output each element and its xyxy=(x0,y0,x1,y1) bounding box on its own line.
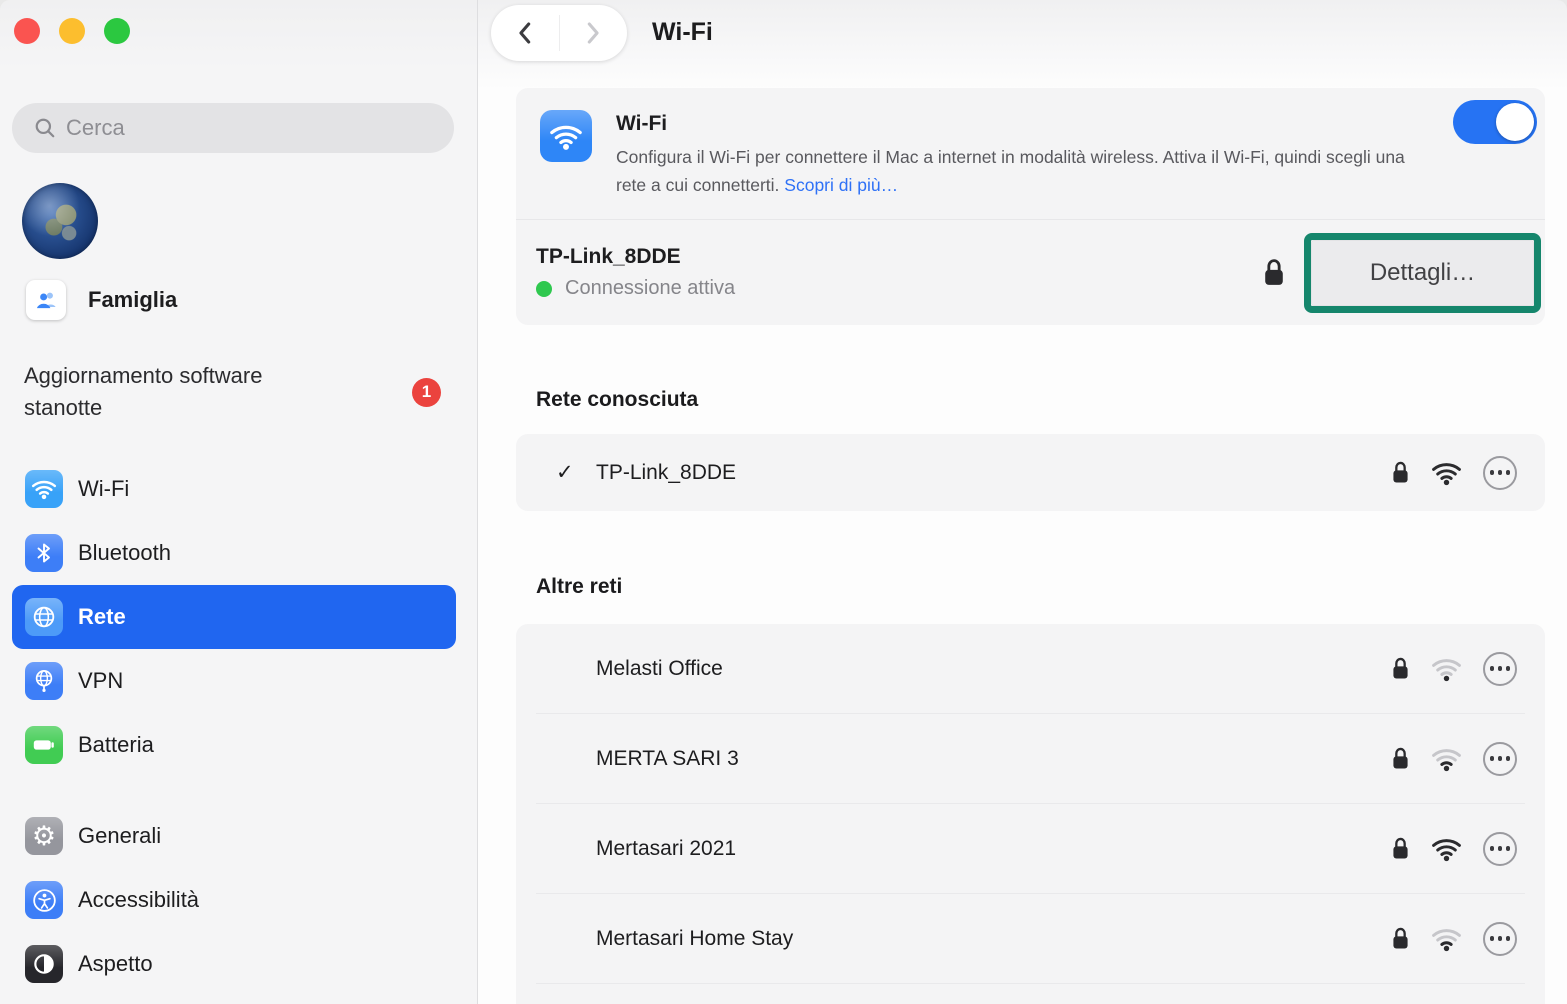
nav-label: Accessibilità xyxy=(78,887,199,913)
nav-label: Wi-Fi xyxy=(78,476,129,502)
check-icon: ✓ xyxy=(556,460,596,485)
lock-icon xyxy=(1391,656,1410,681)
learn-more-link[interactable]: Scopri di più… xyxy=(784,175,898,195)
battery-icon xyxy=(25,726,63,764)
signal-icon xyxy=(1431,460,1462,486)
signal-icon xyxy=(1431,746,1462,772)
window-controls xyxy=(0,0,477,44)
main-pane: Wi-Fi Wi-Fi Configura xyxy=(478,0,1567,1004)
network-globe-icon xyxy=(25,598,63,636)
vpn-globe-icon xyxy=(25,662,63,700)
wifi-toggle-row: Wi-Fi Configura il Wi-Fi per connettere … xyxy=(516,88,1545,219)
page-title: Wi-Fi xyxy=(652,0,713,64)
network-name: TP-Link_8DDE xyxy=(596,461,736,485)
other-networks-heading: Altre reti xyxy=(536,575,1545,599)
forward-button[interactable] xyxy=(560,5,628,61)
sidebar-nav-primary: Wi-Fi Bluetooth Rete xyxy=(12,457,456,777)
sidebar-item-wifi[interactable]: Wi-Fi xyxy=(12,457,456,521)
search-field[interactable] xyxy=(12,103,454,153)
more-options-button[interactable] xyxy=(1483,652,1517,686)
gear-icon: ⚙ xyxy=(25,817,63,855)
minimize-button[interactable] xyxy=(59,18,85,44)
sidebar-item-software-update[interactable]: Aggiornamento software stanotte 1 xyxy=(24,360,441,424)
signal-icon xyxy=(1431,656,1462,682)
connection-status: Connessione attiva xyxy=(565,277,735,300)
sidebar-item-batteria[interactable]: Batteria xyxy=(12,713,456,777)
lock-icon xyxy=(1391,836,1410,861)
nav-buttons xyxy=(491,5,627,61)
sidebar-item-accessibilita[interactable]: Accessibilità xyxy=(12,868,456,932)
connected-network-info: TP-Link_8DDE Connessione attiva xyxy=(536,245,1262,300)
network-name: Mertasari 2021 xyxy=(596,837,736,861)
system-settings-window: Famiglia Aggiornamento software stanotte… xyxy=(0,0,1567,1004)
row-stub xyxy=(516,984,1545,1004)
network-row[interactable]: ✓ TP-Link_8DDE xyxy=(516,434,1545,511)
signal-icon xyxy=(1431,926,1462,952)
wifi-card-title: Wi-Fi xyxy=(616,112,1428,136)
more-options-button[interactable] xyxy=(1483,832,1517,866)
wifi-card: Wi-Fi Configura il Wi-Fi per connettere … xyxy=(516,88,1545,325)
network-row[interactable]: Melasti Office xyxy=(516,624,1545,713)
accessibility-icon xyxy=(25,881,63,919)
network-name: MERTA SARI 3 xyxy=(596,747,739,771)
family-icon xyxy=(26,280,66,320)
wifi-icon xyxy=(25,470,63,508)
profile-label: Famiglia xyxy=(88,287,177,313)
sidebar-item-aspetto[interactable]: Aspetto xyxy=(12,932,456,996)
more-options-button[interactable] xyxy=(1483,456,1517,490)
search-input[interactable] xyxy=(66,115,438,141)
description-text: Configura il Wi-Fi per connettere il Mac… xyxy=(616,147,1405,195)
toolbar: Wi-Fi xyxy=(478,0,1567,66)
nav-label: Rete xyxy=(78,604,126,630)
known-networks-heading: Rete conosciuta xyxy=(536,388,1545,412)
other-networks-card: Melasti Office MERTA SARI 3 xyxy=(516,624,1545,1004)
more-options-button[interactable] xyxy=(1483,742,1517,776)
wifi-toggle[interactable] xyxy=(1453,100,1537,144)
avatar[interactable] xyxy=(22,183,98,259)
known-networks-card: ✓ TP-Link_8DDE xyxy=(516,434,1545,511)
signal-icon xyxy=(1431,836,1462,862)
sidebar-nav-secondary: ⚙ Generali Accessibilità xyxy=(12,804,456,996)
nav-label: Generali xyxy=(78,823,161,849)
lock-icon xyxy=(1262,257,1286,288)
lock-icon xyxy=(1391,746,1410,771)
wifi-icon xyxy=(540,110,592,162)
sidebar-item-rete[interactable]: Rete xyxy=(12,585,456,649)
back-button[interactable] xyxy=(491,5,559,61)
nav-label: VPN xyxy=(78,668,123,694)
network-name: Mertasari Home Stay xyxy=(596,927,793,951)
sidebar: Famiglia Aggiornamento software stanotte… xyxy=(0,0,478,1004)
nav-label: Bluetooth xyxy=(78,540,171,566)
sidebar-item-bluetooth[interactable]: Bluetooth xyxy=(12,521,456,585)
sidebar-item-generali[interactable]: ⚙ Generali xyxy=(12,804,456,868)
annotation-highlight: Dettagli… xyxy=(1304,233,1541,313)
network-name: Melasti Office xyxy=(596,657,723,681)
network-row[interactable]: Mertasari 2021 xyxy=(516,804,1545,893)
sidebar-item-vpn[interactable]: VPN xyxy=(12,649,456,713)
nav-label: Aspetto xyxy=(78,951,153,977)
network-row[interactable]: Mertasari Home Stay xyxy=(516,894,1545,983)
connected-network-name: TP-Link_8DDE xyxy=(536,245,1262,269)
appearance-icon xyxy=(25,945,63,983)
details-button[interactable]: Dettagli… xyxy=(1311,240,1534,306)
connected-network-row: TP-Link_8DDE Connessione attiva Dettagli… xyxy=(516,220,1545,325)
close-button[interactable] xyxy=(14,18,40,44)
lock-icon xyxy=(1391,926,1410,951)
bluetooth-icon xyxy=(25,534,63,572)
network-row[interactable]: MERTA SARI 3 xyxy=(516,714,1545,803)
update-label: Aggiornamento software stanotte xyxy=(24,360,324,424)
more-options-button[interactable] xyxy=(1483,922,1517,956)
nav-label: Batteria xyxy=(78,732,154,758)
zoom-button[interactable] xyxy=(104,18,130,44)
toggle-knob xyxy=(1496,103,1534,141)
notification-badge: 1 xyxy=(412,378,441,407)
content: Wi-Fi Configura il Wi-Fi per connettere … xyxy=(478,88,1567,1004)
lock-icon xyxy=(1391,460,1410,485)
sidebar-item-famiglia[interactable]: Famiglia xyxy=(26,280,477,320)
search-icon xyxy=(34,117,56,139)
status-dot xyxy=(536,281,552,297)
wifi-card-description: Configura il Wi-Fi per connettere il Mac… xyxy=(616,143,1428,199)
